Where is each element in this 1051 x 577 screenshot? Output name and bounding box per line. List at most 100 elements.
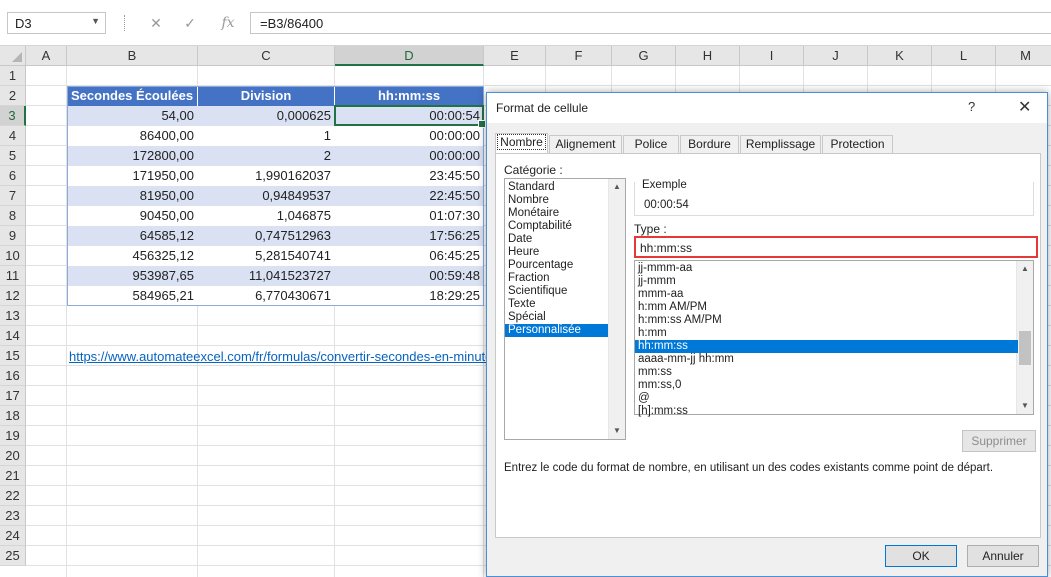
table-cell[interactable]: 54,00	[67, 106, 198, 126]
insert-function-icon[interactable]: fx	[218, 13, 238, 33]
table-cell[interactable]: 22:45:50	[335, 186, 484, 206]
category-list[interactable]: ▲ ▼ Standard Nombre Monétaire Comptabilité D…	[504, 178, 626, 440]
row-header-9[interactable]: 9	[0, 226, 26, 246]
table-cell[interactable]: 953987,65	[67, 266, 198, 286]
table-cell[interactable]: 171950,00	[67, 166, 198, 186]
row-header-25[interactable]: 25	[0, 546, 26, 566]
column-header-e[interactable]: E	[484, 46, 546, 66]
type-list-item[interactable]: jj-mmm-aa	[635, 262, 1018, 275]
row-header-12[interactable]: 12	[0, 286, 26, 306]
table-cell[interactable]: 06:45:25	[335, 246, 484, 266]
row-header-14[interactable]: 14	[0, 326, 26, 346]
table-header-cell[interactable]: Division	[198, 86, 335, 106]
type-scrollbar[interactable]: ▲ ▼	[1016, 261, 1033, 414]
type-list-item[interactable]: mm:ss,0	[635, 379, 1018, 392]
table-cell[interactable]: 1	[198, 126, 335, 146]
type-list-item[interactable]: mm:ss	[635, 366, 1018, 379]
type-list-item[interactable]: h:mm	[635, 327, 1018, 340]
scroll-up-icon[interactable]: ▲	[609, 180, 625, 194]
row-header-10[interactable]: 10	[0, 246, 26, 266]
row-header-6[interactable]: 6	[0, 166, 26, 186]
category-item[interactable]: Texte	[505, 298, 608, 311]
table-cell[interactable]: 00:00:00	[335, 126, 484, 146]
category-item[interactable]: Scientifique	[505, 285, 608, 298]
table-cell[interactable]: 90450,00	[67, 206, 198, 226]
type-list-item[interactable]: jj-mmm	[635, 275, 1018, 288]
row-header-20[interactable]: 20	[0, 446, 26, 466]
table-cell[interactable]: 0,000625	[198, 106, 335, 126]
table-cell[interactable]: 64585,12	[67, 226, 198, 246]
table-cell[interactable]: 1,046875	[198, 206, 335, 226]
tab-remplissage[interactable]: Remplissage	[740, 135, 821, 153]
table-cell[interactable]: 00:00:54	[335, 106, 484, 126]
category-item[interactable]: Comptabilité	[505, 220, 608, 233]
column-header-f[interactable]: F	[546, 46, 612, 66]
row-header-18[interactable]: 18	[0, 406, 26, 426]
row-header-24[interactable]: 24	[0, 526, 26, 546]
row-header-15[interactable]: 15	[0, 346, 26, 366]
table-cell[interactable]: 2	[198, 146, 335, 166]
type-list-item[interactable]: h:mm AM/PM	[635, 301, 1018, 314]
category-item[interactable]: Pourcentage	[505, 259, 608, 272]
column-header-m[interactable]: M	[996, 46, 1051, 66]
hyperlink[interactable]: https://www.automateexcel.com/fr/formula…	[69, 349, 486, 364]
column-header-j[interactable]: J	[804, 46, 868, 66]
cancel-icon[interactable]: ✕	[146, 13, 166, 33]
row-header-16[interactable]: 16	[0, 366, 26, 386]
row-header-8[interactable]: 8	[0, 206, 26, 226]
type-list-item[interactable]: [h]:mm:ss	[635, 405, 1018, 418]
column-header-l[interactable]: L	[932, 46, 996, 66]
row-header-21[interactable]: 21	[0, 466, 26, 486]
tab-protection[interactable]: Protection	[822, 135, 893, 153]
scroll-up-icon[interactable]: ▲	[1017, 262, 1033, 276]
table-cell[interactable]: 11,041523727	[198, 266, 335, 286]
ok-button[interactable]: OK	[885, 545, 957, 567]
type-input[interactable]: hh:mm:ss	[634, 236, 1038, 258]
scroll-thumb[interactable]	[1019, 331, 1031, 365]
category-scrollbar[interactable]: ▲ ▼	[608, 179, 625, 439]
formula-input[interactable]: =B3/86400	[250, 12, 1051, 34]
table-cell[interactable]: 17:56:25	[335, 226, 484, 246]
row-header-19[interactable]: 19	[0, 426, 26, 446]
row-header-4[interactable]: 4	[0, 126, 26, 146]
tab-bordure[interactable]: Bordure	[680, 135, 739, 153]
type-list-item[interactable]: hh:mm:ss	[635, 340, 1018, 353]
scroll-down-icon[interactable]: ▼	[609, 424, 625, 438]
column-header-b[interactable]: B	[67, 46, 198, 66]
cancel-button[interactable]: Annuler	[967, 545, 1039, 567]
tab-alignement[interactable]: Alignement	[549, 135, 622, 153]
column-header-h[interactable]: H	[676, 46, 740, 66]
help-icon[interactable]: ?	[968, 99, 975, 114]
type-list-item[interactable]: mmm-aa	[635, 288, 1018, 301]
tab-police[interactable]: Police	[623, 135, 679, 153]
table-cell[interactable]: 6,770430671	[198, 286, 335, 306]
table-cell[interactable]: 0,747512963	[198, 226, 335, 246]
category-item[interactable]: Nombre	[505, 194, 608, 207]
row-header-22[interactable]: 22	[0, 486, 26, 506]
row-header-1[interactable]: 1	[0, 66, 26, 86]
scroll-down-icon[interactable]: ▼	[1017, 399, 1033, 413]
name-box[interactable]: D3 ▼	[7, 12, 106, 34]
row-header-11[interactable]: 11	[0, 266, 26, 286]
type-list-item[interactable]: h:mm:ss AM/PM	[635, 314, 1018, 327]
table-cell[interactable]: 456325,12	[67, 246, 198, 266]
row-header-5[interactable]: 5	[0, 146, 26, 166]
row-header-23[interactable]: 23	[0, 506, 26, 526]
row-header-17[interactable]: 17	[0, 386, 26, 406]
category-item[interactable]: Fraction	[505, 272, 608, 285]
category-item[interactable]: Date	[505, 233, 608, 246]
category-item[interactable]: Heure	[505, 246, 608, 259]
table-cell[interactable]: 18:29:25	[335, 286, 484, 306]
column-header-i[interactable]: I	[740, 46, 804, 66]
table-cell[interactable]: 5,281540741	[198, 246, 335, 266]
table-cell[interactable]: 00:00:00	[335, 146, 484, 166]
enter-icon[interactable]: ✓	[180, 13, 200, 33]
table-header-cell[interactable]: Secondes Écoulées	[67, 86, 198, 106]
table-cell[interactable]: 0,94849537	[198, 186, 335, 206]
type-list-item[interactable]: aaaa-mm-jj hh:mm	[635, 353, 1018, 366]
tab-nombre[interactable]: Nombre	[495, 133, 548, 154]
chevron-down-icon[interactable]: ▼	[91, 16, 100, 26]
close-icon[interactable]: ✕	[1018, 97, 1031, 117]
column-header-g[interactable]: G	[612, 46, 676, 66]
table-cell[interactable]: 86400,00	[67, 126, 198, 146]
